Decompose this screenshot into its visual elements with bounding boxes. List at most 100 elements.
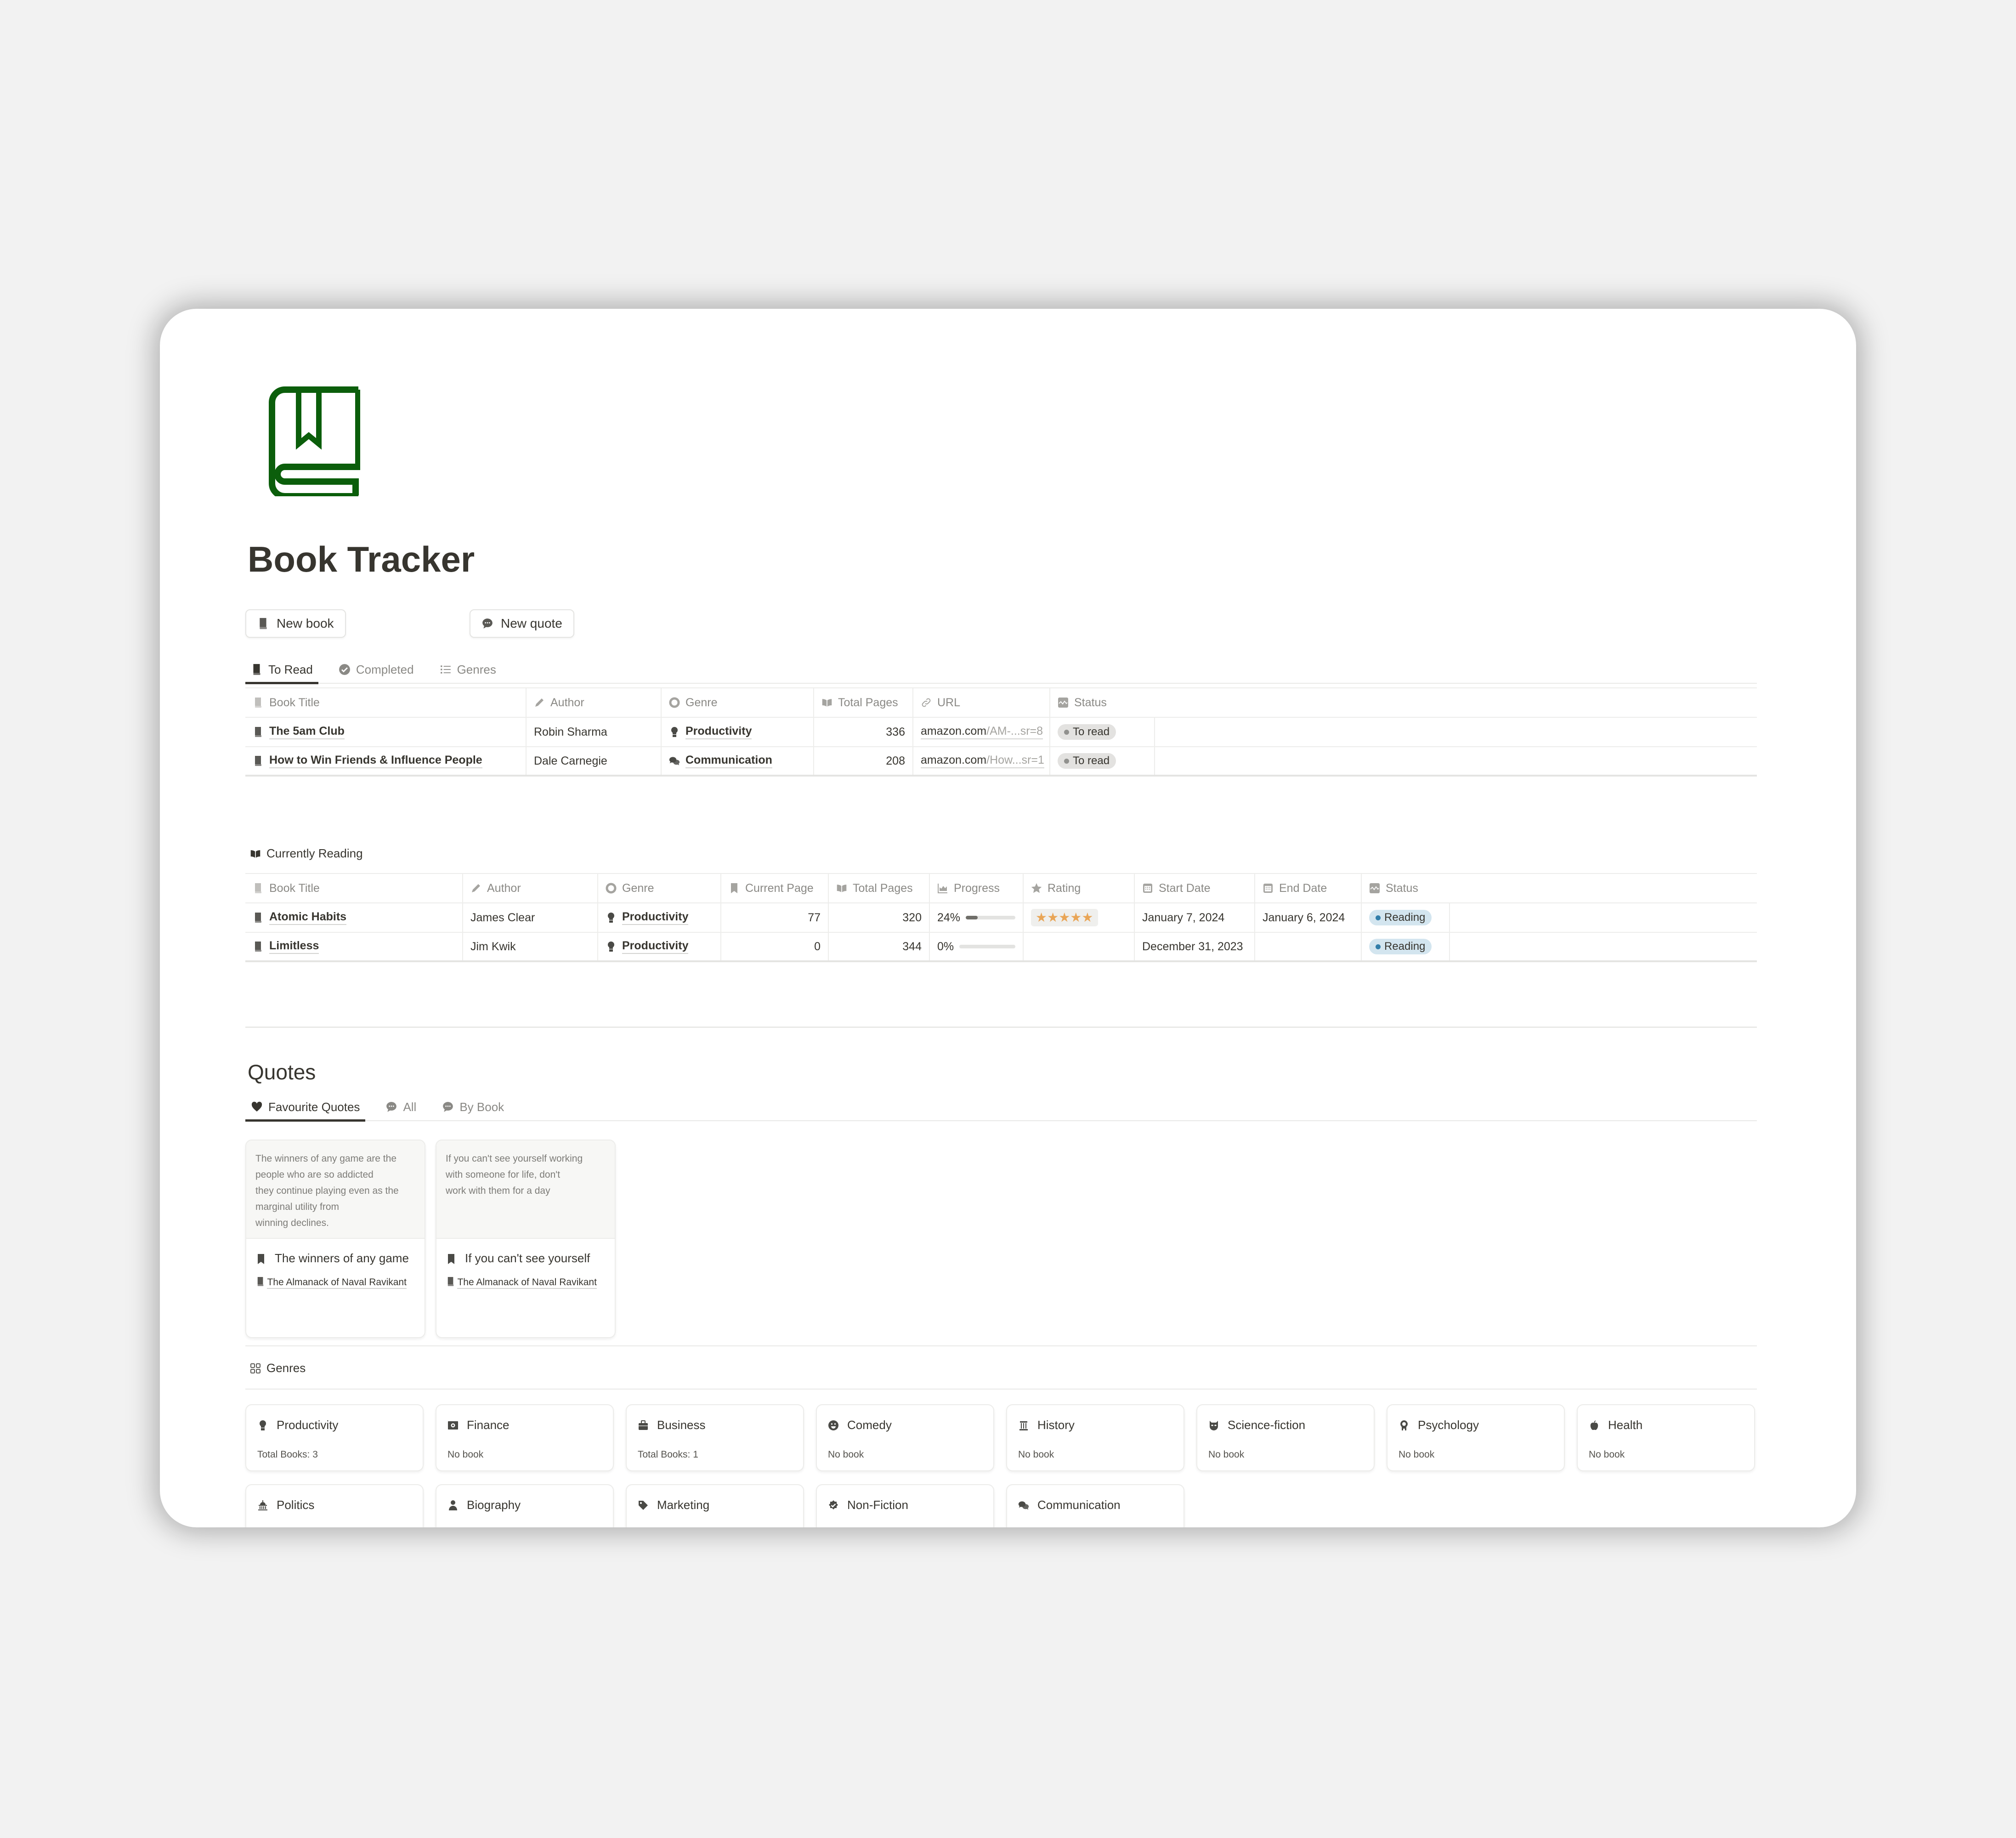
status-dot [1064,729,1069,735]
ring-icon [669,697,680,708]
column-header-start-date[interactable]: Start Date [1135,874,1255,902]
status-dot [1376,944,1381,949]
book-title-link[interactable]: How to Win Friends & Influence People [269,754,482,768]
column-header-current-page[interactable]: Current Page [721,874,829,902]
table-row[interactable]: Limitless Jim Kwik Productivity 0 344 0%… [245,933,1757,962]
genre-card[interactable]: Communication [1006,1484,1184,1527]
new-quote-button[interactable]: New quote [470,609,574,638]
quote-book-link[interactable]: The Almanack of Naval Ravikant [457,1277,597,1289]
currently-reading-view-label[interactable]: Currently Reading [250,846,363,861]
table-row[interactable]: Atomic Habits James Clear Productivity 7… [245,903,1757,933]
tab-genres[interactable]: Genres [434,656,502,683]
column-header-rating[interactable]: Rating [1024,874,1135,902]
header-label: Book Title [269,881,320,895]
genre-name-row: Marketing [638,1498,709,1512]
tab-all[interactable]: All [380,1094,422,1120]
book-title-link[interactable]: Limitless [269,939,319,954]
book-bookmark-icon [269,386,360,496]
status-badge[interactable]: To read [1058,753,1116,769]
column-header-book-title[interactable]: Book Title [245,874,463,902]
column-header-author[interactable]: Author [463,874,598,902]
new-book-label: New book [277,616,334,630]
genre-card[interactable]: Non-Fiction [816,1484,994,1527]
status-badge[interactable]: Reading [1369,910,1432,925]
genre-link[interactable]: Communication [685,754,772,768]
book-title-link[interactable]: Atomic Habits [269,910,347,925]
brain-head-icon [1399,1419,1410,1431]
genre-link[interactable]: Productivity [622,910,689,925]
status-dot [1376,915,1381,920]
table-header-row: Book Title Author Genre Current Page Tot… [245,873,1757,903]
total-pages: 336 [886,725,905,738]
tab-favourite-quotes[interactable]: Favourite Quotes [245,1094,366,1122]
total-pages: 344 [902,940,922,953]
book-icon [257,617,269,630]
genre-card[interactable]: History No book [1006,1404,1184,1471]
genre-name: Marketing [657,1498,710,1512]
tab-completed[interactable]: Completed [333,656,419,683]
tab-by-book[interactable]: By Book [436,1094,510,1120]
status-label: Reading [1384,911,1426,924]
view-label: Currently Reading [266,846,363,860]
genre-link[interactable]: Productivity [622,939,689,954]
heart-icon [251,1101,263,1113]
genre-name-row: Non-Fiction [828,1498,908,1512]
genre-card[interactable]: Politics [245,1484,424,1527]
column-header-genre[interactable]: Genre [662,688,814,717]
table-row[interactable]: The 5am Club Robin Sharma Productivity 3… [245,718,1757,747]
column-header-genre[interactable]: Genre [598,874,721,902]
genre-card[interactable]: Marketing [626,1484,804,1527]
quote-card[interactable]: The winners of any game are the people w… [245,1140,425,1338]
genre-card[interactable]: Psychology No book [1387,1404,1565,1471]
table-header-row: Book Title Author Genre Total Pages URL … [245,687,1757,718]
genre-card[interactable]: Biography [436,1484,614,1527]
column-header-total-pages[interactable]: Total Pages [814,688,913,717]
status-label: To read [1073,754,1110,767]
genre-name-row: Science-fiction [1208,1418,1305,1432]
header-label: Genre [685,696,718,709]
chart-icon [937,883,948,894]
genre-card[interactable]: Comedy No book [816,1404,994,1471]
lightbulb-head-icon [669,726,680,737]
column-header-status[interactable]: Status [1362,874,1757,902]
new-book-button[interactable]: New book [245,609,346,638]
tab-to-read[interactable]: To Read [245,656,318,684]
status-dot [1064,758,1069,764]
total-pages: 320 [902,911,922,924]
column-header-end-date[interactable]: End Date [1255,874,1362,902]
open-book-icon [836,883,847,894]
start-date: January 7, 2024 [1142,911,1225,924]
url-link[interactable]: amazon.com/AM-...sr=8 [921,725,1043,739]
rating-stars[interactable]: ★★★★★ [1031,909,1098,926]
genre-card[interactable]: Business Total Books: 1 [626,1404,804,1471]
header-label: Current Page [745,881,814,895]
quote-card[interactable]: If you can't see yourself working with s… [436,1140,616,1338]
genre-card[interactable]: Finance No book [436,1404,614,1471]
status-badge[interactable]: Reading [1369,939,1432,954]
genre-card[interactable]: Productivity Total Books: 3 [245,1404,424,1471]
check-badge-icon [828,1499,839,1511]
status-badge[interactable]: To read [1058,724,1116,740]
genres-view-label[interactable]: Genres [250,1361,306,1375]
genre-card[interactable]: Science-fiction No book [1196,1404,1375,1471]
book-title-link[interactable]: The 5am Club [269,725,345,739]
link-icon [921,697,932,708]
column-header-author[interactable]: Author [527,688,662,717]
url-link[interactable]: amazon.com/How...sr=1 [921,754,1044,768]
column-header-progress[interactable]: Progress [930,874,1024,902]
table-row[interactable]: How to Win Friends & Influence People Da… [245,747,1757,777]
quote-book-link[interactable]: The Almanack of Naval Ravikant [267,1277,407,1289]
genre-name-row: History [1018,1418,1075,1432]
tab-label: All [403,1100,417,1114]
genre-link[interactable]: Productivity [685,725,752,739]
column-header-status[interactable]: Status [1050,688,1757,717]
alien-icon [1208,1419,1219,1431]
author: Robin Sharma [534,725,607,738]
column-header-total-pages[interactable]: Total Pages [829,874,930,902]
genre-book-count: No book [1208,1449,1245,1460]
column-header-url[interactable]: URL [913,688,1050,717]
column-header-book-title[interactable]: Book Title [245,688,527,717]
progress-bar [966,916,1015,919]
genre-card[interactable]: Health No book [1577,1404,1755,1471]
tab-label: Completed [356,662,414,676]
